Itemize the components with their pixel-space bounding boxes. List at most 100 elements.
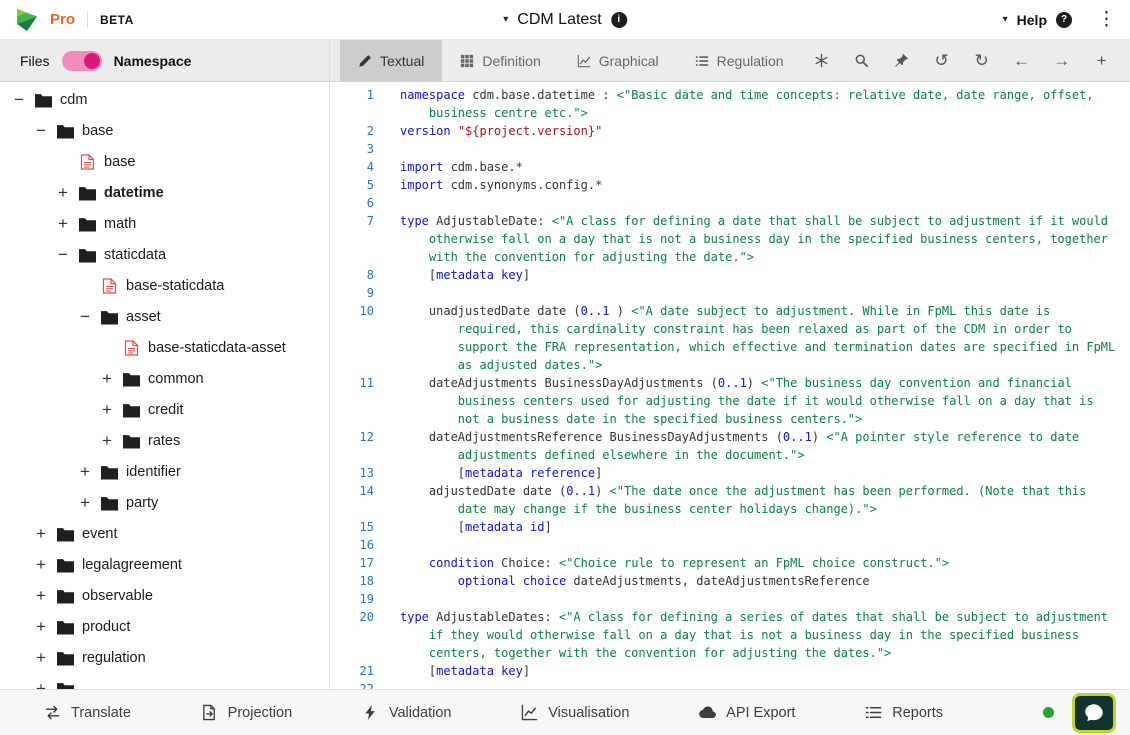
code-line[interactable]: 2version "${project.version}" (330, 122, 1130, 140)
validation-button[interactable]: Validation (362, 704, 452, 721)
code-line-content: version "${project.version}" (400, 122, 1122, 140)
namespace-label[interactable]: Namespace (114, 53, 192, 69)
code-text: ) (747, 376, 761, 390)
top-header: Pro BETA ▾ CDM Latest i ▾ Help ? ⋮ (0, 0, 1130, 40)
tree-item-staticdata[interactable]: −staticdata (0, 239, 329, 270)
tree-item-regulation[interactable]: +regulation (0, 642, 329, 673)
collapse-icon[interactable]: − (32, 122, 50, 139)
visualisation-button[interactable]: Visualisation (521, 704, 629, 721)
tree-item-legalagreement[interactable]: +legalagreement (0, 549, 329, 580)
files-namespace-toggle[interactable] (62, 51, 102, 71)
projection-button[interactable]: Projection (201, 704, 292, 721)
tree-item-common[interactable]: +common (0, 363, 329, 394)
expand-icon[interactable]: + (98, 401, 116, 418)
list-icon (695, 54, 709, 68)
code-line[interactable]: 11 dateAdjustments BusinessDayAdjustment… (330, 374, 1130, 428)
tab-regulation[interactable]: Regulation (677, 40, 802, 81)
code-line[interactable]: 3 (330, 140, 1130, 158)
pin-button[interactable] (882, 40, 922, 82)
tree-item-base[interactable]: −base (0, 115, 329, 146)
expand-icon[interactable]: + (54, 184, 72, 201)
tab-definition[interactable]: Definition (442, 40, 558, 81)
model-selector[interactable]: ▾ CDM Latest i (503, 11, 627, 29)
zoom-out-button[interactable]: − (1122, 40, 1130, 82)
code-line[interactable]: 16 (330, 536, 1130, 554)
expand-icon[interactable]: + (32, 525, 50, 542)
code-line[interactable]: 1namespace cdm.base.datetime : <"Basic d… (330, 86, 1130, 122)
expand-icon[interactable]: + (32, 618, 50, 635)
info-icon[interactable]: i (611, 12, 627, 28)
code-line[interactable]: 12 dateAdjustmentsReference BusinessDayA… (330, 428, 1130, 464)
code-line[interactable]: 20type AdjustableDates: <"A class for de… (330, 608, 1130, 662)
code-line[interactable]: 9 (330, 284, 1130, 302)
tree-item-asset[interactable]: −asset (0, 301, 329, 332)
collapse-icon[interactable]: − (76, 308, 94, 325)
code-line[interactable]: 15 [metadata id] (330, 518, 1130, 536)
translate-button[interactable]: Translate (44, 704, 131, 721)
navigate-forward-button[interactable]: → (1042, 40, 1082, 82)
tree-item-datetime[interactable]: +datetime (0, 177, 329, 208)
redo-button[interactable]: ↻ (962, 40, 1002, 82)
tree-item-math[interactable]: +math (0, 208, 329, 239)
code-text: dateAdjustments, dateAdjustmentsReferenc… (566, 574, 869, 588)
code-line[interactable]: 5import cdm.synonyms.config.* (330, 176, 1130, 194)
expand-icon[interactable]: + (98, 432, 116, 449)
tree-item-base-staticdata-asset[interactable]: base-staticdata-asset (0, 332, 329, 363)
tree-item-partial[interactable]: + (0, 673, 329, 689)
code-editor[interactable]: 1namespace cdm.base.datetime : <"Basic d… (330, 82, 1130, 689)
code-line[interactable]: 17 condition Choice: <"Choice rule to re… (330, 554, 1130, 572)
expand-icon[interactable]: + (32, 680, 50, 689)
format-button[interactable] (802, 40, 842, 82)
code-line[interactable]: 19 (330, 590, 1130, 608)
code-line[interactable]: 21 [metadata key] (330, 662, 1130, 680)
search-button[interactable] (842, 40, 882, 82)
navigate-back-button[interactable]: ← (1002, 40, 1042, 82)
code-line[interactable]: 18 optional choice dateAdjustments, date… (330, 572, 1130, 590)
expand-icon[interactable]: + (32, 649, 50, 666)
zoom-in-button[interactable]: + (1082, 40, 1122, 82)
tree-item-credit[interactable]: +credit (0, 394, 329, 425)
api-export-button[interactable]: API Export (699, 704, 795, 721)
reports-button[interactable]: Reports (865, 704, 943, 721)
code-line[interactable]: 8 [metadata key] (330, 266, 1130, 284)
tab-graphical[interactable]: Graphical (559, 40, 677, 81)
code-line[interactable]: 10 unadjustedDate date (0..1 ) <"A date … (330, 302, 1130, 374)
tree-item-rates[interactable]: +rates (0, 425, 329, 456)
tree-item-product[interactable]: +product (0, 611, 329, 642)
help-menu[interactable]: Help (1017, 12, 1047, 28)
files-label[interactable]: Files (20, 53, 50, 69)
tree-item-observable[interactable]: +observable (0, 580, 329, 611)
chat-launcher-button[interactable] (1072, 693, 1116, 733)
expand-icon[interactable]: + (76, 494, 94, 511)
tree-item-base-staticdata[interactable]: base-staticdata (0, 270, 329, 301)
code-line[interactable]: 7type AdjustableDate: <"A class for defi… (330, 212, 1130, 266)
tree-item-event[interactable]: +event (0, 518, 329, 549)
file-icon (123, 340, 141, 356)
expand-icon[interactable]: + (32, 556, 50, 573)
code-line-content: [metadata id] (400, 518, 1122, 536)
expand-icon[interactable]: + (98, 370, 116, 387)
folder-icon (123, 402, 141, 418)
help-question-icon[interactable]: ? (1056, 12, 1072, 28)
tree-item-party[interactable]: +party (0, 487, 329, 518)
collapse-icon[interactable]: − (54, 246, 72, 263)
code-line[interactable]: 4import cdm.base.* (330, 158, 1130, 176)
overflow-menu-icon[interactable]: ⋮ (1097, 10, 1116, 29)
tree-item-base[interactable]: base (0, 146, 329, 177)
expand-icon[interactable]: + (54, 215, 72, 232)
code-line[interactable]: 13 [metadata reference] (330, 464, 1130, 482)
code-line[interactable]: 22 (330, 680, 1130, 689)
keyword: condition (429, 556, 494, 570)
code-line[interactable]: 14 adjustedDate date (0..1) <"The date o… (330, 482, 1130, 518)
expand-icon[interactable]: + (32, 587, 50, 604)
tab-textual[interactable]: Textual (340, 40, 442, 81)
code-line[interactable]: 6 (330, 194, 1130, 212)
expand-icon[interactable]: + (76, 463, 94, 480)
code-line-content (400, 194, 1122, 212)
collapse-icon[interactable]: − (10, 91, 28, 108)
undo-button[interactable]: ↺ (922, 40, 962, 82)
code-text: ] (545, 520, 552, 534)
footer-item-label: Visualisation (548, 705, 629, 721)
tree-item-cdm[interactable]: −cdm (0, 84, 329, 115)
tree-item-identifier[interactable]: +identifier (0, 456, 329, 487)
